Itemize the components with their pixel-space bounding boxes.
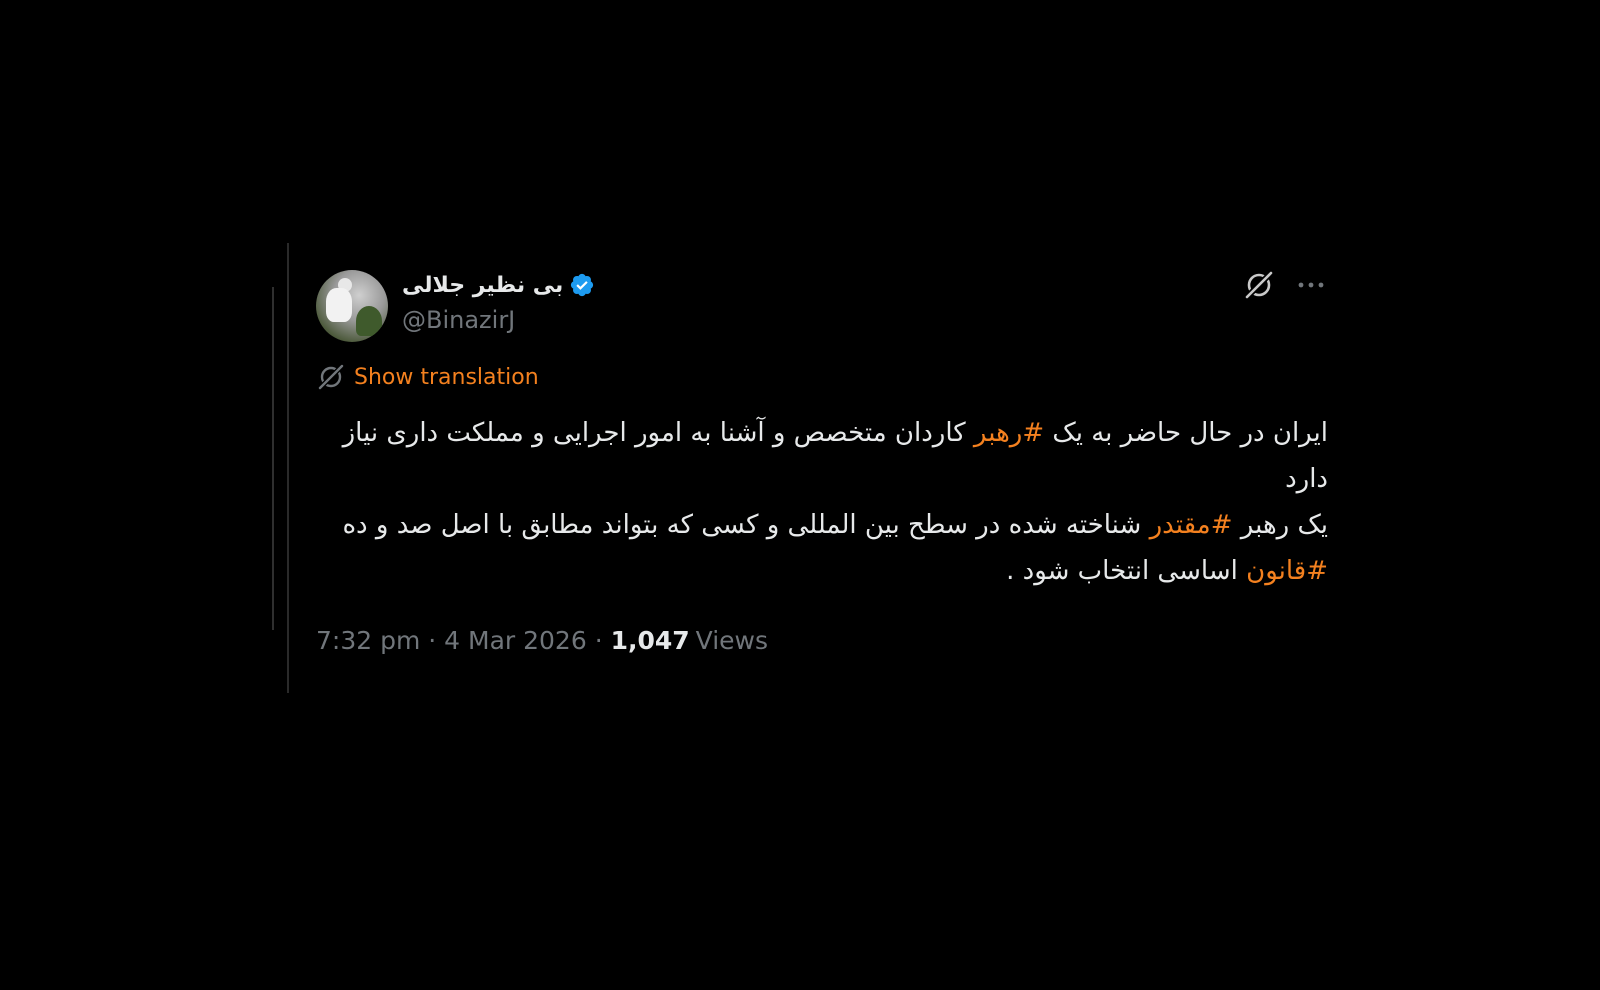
display-name[interactable]: بی نظیر جلالی: [402, 273, 563, 298]
avatar-plant: [356, 306, 382, 336]
tweet-header: بی نظیر جلالی @BinazirJ: [316, 268, 1328, 348]
text-segment: شناخته شده در سطح بین المللی و کسی که بت…: [342, 510, 1150, 540]
tweet-time[interactable]: 7:32 pm: [316, 626, 420, 655]
tweet-paragraph: ایران در حال حاضر به یک #رهبر کاردان متخ…: [316, 410, 1328, 502]
meta-separator: ·: [420, 626, 445, 655]
translate-icon: [316, 362, 346, 392]
views-label: Views: [695, 626, 769, 655]
verified-badge-icon[interactable]: [569, 272, 595, 298]
thread-line: [272, 287, 274, 630]
tweet-actions: [1242, 268, 1328, 302]
thread-divider: [287, 243, 289, 693]
name-row: بی نظیر جلالی: [402, 272, 595, 298]
hashtag-link[interactable]: #رهبر: [974, 418, 1044, 448]
tweet-date[interactable]: 4 Mar 2026: [444, 626, 587, 655]
meta-separator: ·: [586, 626, 611, 655]
text-segment: اساسی انتخاب شود .: [1006, 556, 1247, 586]
show-translation-link[interactable]: Show translation: [354, 365, 539, 390]
tweet-text: ایران در حال حاضر به یک #رهبر کاردان متخ…: [316, 410, 1328, 594]
avatar[interactable]: [316, 270, 388, 342]
text-segment: ایران در حال حاضر به یک: [1044, 418, 1328, 448]
hashtag-link[interactable]: #قانون: [1246, 556, 1328, 586]
tweet: بی نظیر جلالی @BinazirJ Show translation…: [316, 268, 1328, 655]
user-handle[interactable]: @BinazirJ: [402, 306, 515, 334]
text-segment: یک رهبر: [1232, 510, 1328, 540]
page: بی نظیر جلالی @BinazirJ Show translation…: [0, 0, 1600, 990]
tweet-paragraph: یک رهبر #مقتدر شناخته شده در سطح بین الم…: [316, 502, 1328, 594]
grok-icon[interactable]: [1242, 268, 1276, 302]
hashtag-link[interactable]: #مقتدر: [1150, 510, 1233, 540]
tweet-meta: 7:32 pm · 4 Mar 2026 · 1,047 Views: [316, 626, 1328, 655]
more-icon[interactable]: [1294, 268, 1328, 302]
views-count: 1,047: [610, 626, 690, 655]
avatar-figure: [326, 288, 352, 322]
translate-row: Show translation: [316, 360, 1328, 394]
